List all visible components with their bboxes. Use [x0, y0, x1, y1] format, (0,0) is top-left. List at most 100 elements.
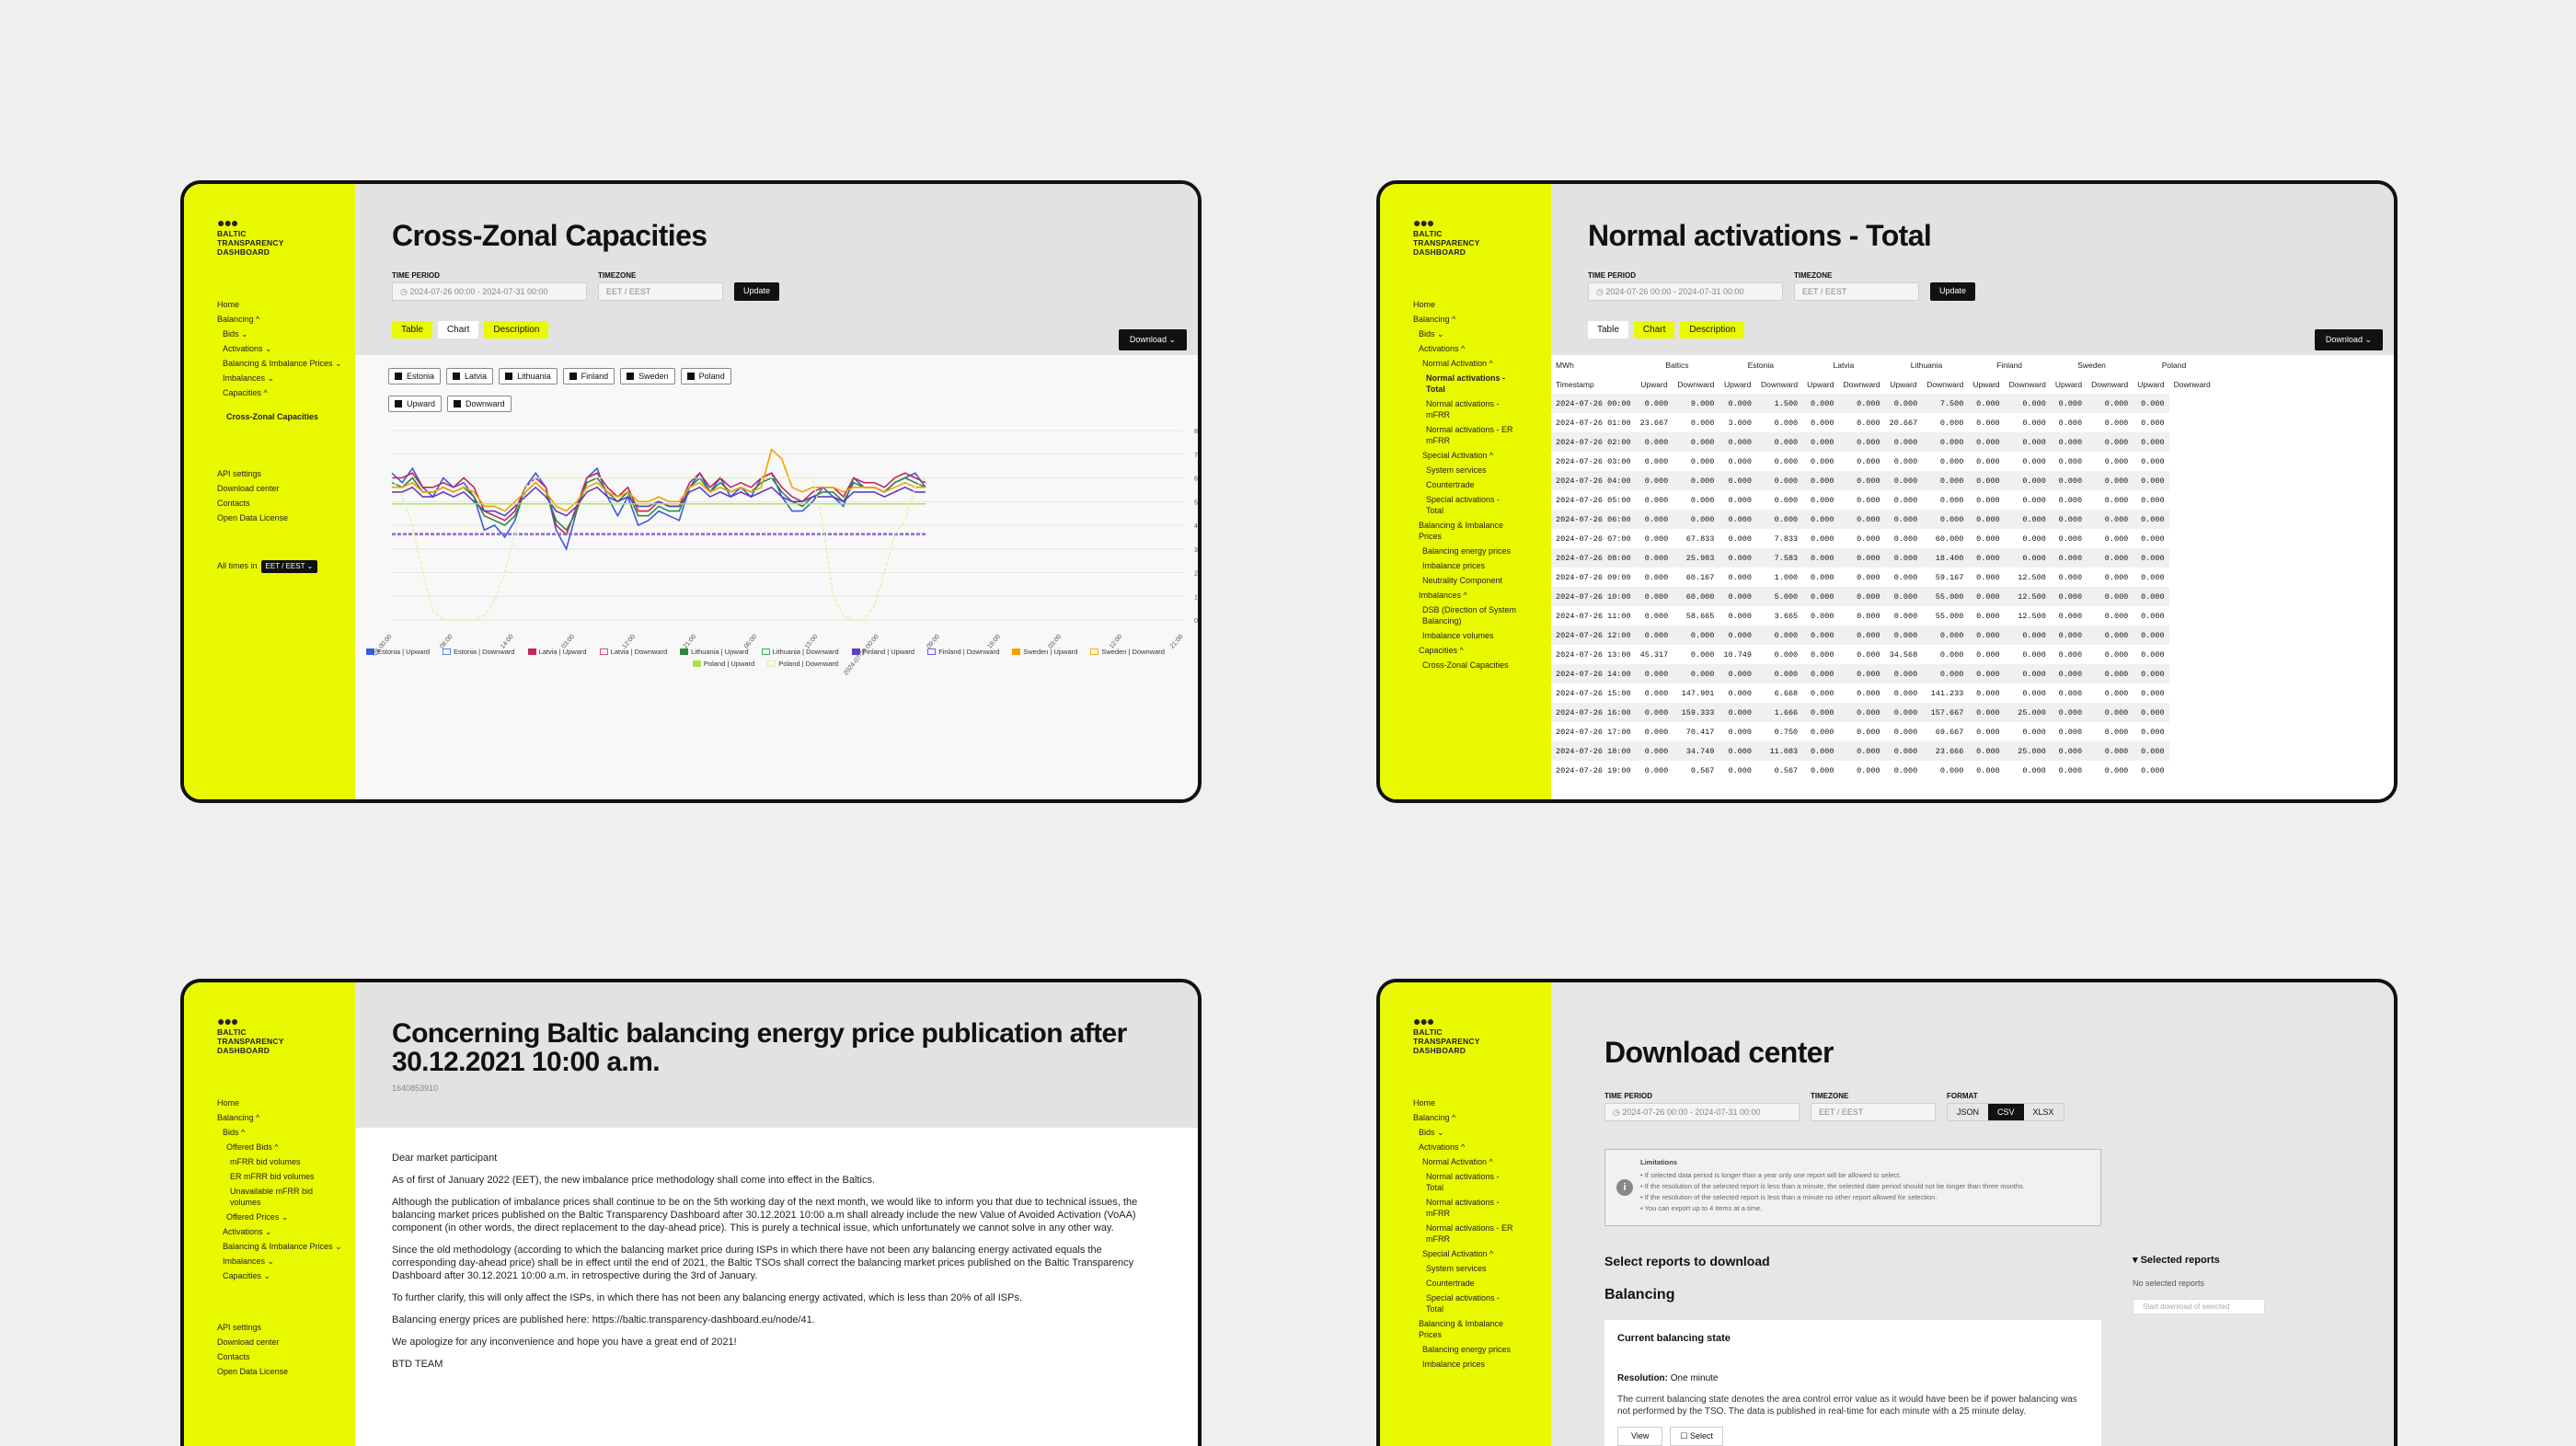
sidebar-item-balancing-imbalance[interactable]: Balancing & Imbalance Prices: [1413, 1318, 1522, 1340]
series-checkbox-estonia[interactable]: Estonia: [388, 368, 442, 384]
series-checkbox-upward[interactable]: Upward: [388, 396, 443, 412]
sidebar-item-home[interactable]: Home: [1413, 1097, 1551, 1108]
sidebar-item-na-mfrr[interactable]: Normal activations - mFRR: [1413, 1197, 1514, 1219]
legend-item[interactable]: Poland | Upward: [692, 660, 754, 668]
start-download-button[interactable]: Start download of selected: [2133, 1299, 2265, 1314]
update-button[interactable]: Update: [734, 282, 780, 301]
time-period-input[interactable]: ◷ 2024-07-26 00:00 - 2024-07-31 00:00: [392, 282, 587, 301]
legend-item[interactable]: Lithuania | Upward: [680, 648, 749, 656]
sidebar-item-imbalance-prices[interactable]: Imbalance prices: [1413, 1359, 1551, 1370]
legend-item[interactable]: Latvia | Downward: [599, 648, 667, 656]
series-checkbox-finland[interactable]: Finland: [562, 368, 615, 384]
brand-logo[interactable]: ●●● BALTIC TRANSPARENCY DASHBOARD: [1413, 216, 1551, 257]
sidebar-item-imbalances[interactable]: Imbalances ⌄: [217, 373, 355, 384]
sidebar-item-api-settings[interactable]: API settings: [217, 1322, 355, 1333]
legend-item[interactable]: Poland | Downward: [767, 660, 838, 668]
sidebar-item-license[interactable]: Open Data License: [217, 512, 355, 523]
sidebar-item-balancing[interactable]: Balancing ^: [217, 314, 355, 325]
sidebar-item-dsb[interactable]: DSB (Direction of System Balancing): [1413, 604, 1527, 626]
sidebar-item-download-center[interactable]: Download center: [217, 483, 355, 494]
sidebar-item-api-settings[interactable]: API settings: [217, 468, 355, 479]
sidebar-item-balancing[interactable]: Balancing ^: [1413, 314, 1551, 325]
sidebar-item-na-total[interactable]: Normal activations - Total: [1413, 373, 1514, 395]
sidebar-item-balancing[interactable]: Balancing ^: [217, 1112, 355, 1123]
legend-item[interactable]: Latvia | Upward: [527, 648, 587, 656]
timezone-badge[interactable]: EET / EEST ⌄: [260, 560, 318, 573]
timezone-select[interactable]: EET / EEST: [1794, 282, 1919, 301]
sidebar-item-balancing-imbalance[interactable]: Balancing & Imbalance Prices ⌄: [217, 1241, 346, 1252]
selected-reports-heading[interactable]: ▾ Selected reports: [2133, 1254, 2265, 1266]
timezone-select[interactable]: EET / EEST: [598, 282, 723, 301]
sidebar-item-imbalance-prices[interactable]: Imbalance prices: [1413, 560, 1551, 571]
sidebar-item-capacities[interactable]: Capacities ^: [217, 387, 355, 398]
series-checkbox-poland[interactable]: Poland: [680, 368, 731, 384]
sidebar-item-countertrade[interactable]: Countertrade: [1413, 1278, 1551, 1289]
sidebar-item-neutrality-component[interactable]: Neutrality Component: [1413, 575, 1551, 586]
sidebar-item-na-er[interactable]: Normal activations - ER mFRR: [1413, 1222, 1522, 1245]
tab-table[interactable]: Table: [1588, 321, 1628, 339]
time-period-input[interactable]: ◷ 2024-07-26 00:00 - 2024-07-31 00:00: [1604, 1103, 1800, 1121]
tab-chart[interactable]: Chart: [1633, 321, 1675, 339]
sidebar-item-balancing-energy-prices[interactable]: Balancing energy prices: [1413, 1344, 1551, 1355]
sidebar-item-normal-activation[interactable]: Normal Activation ^: [1413, 1156, 1551, 1167]
sidebar-item-imbalances[interactable]: Imbalances ^: [1413, 590, 1551, 601]
tab-table[interactable]: Table: [392, 321, 432, 339]
brand-logo[interactable]: ●●● BALTIC TRANSPARENCY DASHBOARD: [1413, 1015, 1551, 1055]
sidebar-item-activations[interactable]: Activations ^: [1413, 1142, 1551, 1153]
sidebar-item-home[interactable]: Home: [217, 1097, 355, 1108]
sidebar-item-balancing[interactable]: Balancing ^: [1413, 1112, 1551, 1123]
sidebar-item-offered-prices[interactable]: Offered Prices ⌄: [217, 1211, 355, 1222]
sidebar-item-normal-activation[interactable]: Normal Activation ^: [1413, 358, 1551, 369]
sidebar-item-countertrade[interactable]: Countertrade: [1413, 479, 1551, 490]
sidebar-item-license[interactable]: Open Data License: [217, 1366, 355, 1377]
sidebar-item-special-activation[interactable]: Special Activation ^: [1413, 450, 1551, 461]
series-checkbox-latvia[interactable]: Latvia: [446, 368, 494, 384]
sidebar-item-contacts[interactable]: Contacts: [217, 1351, 355, 1362]
sidebar-item-download-center[interactable]: Download center: [217, 1337, 355, 1348]
legend-item[interactable]: Estonia | Downward: [443, 648, 515, 656]
sidebar-item-na-mfrr[interactable]: Normal activations - mFRR: [1413, 398, 1514, 420]
sidebar-item-capacities[interactable]: Capacities ⌄: [217, 1270, 355, 1281]
legend-item[interactable]: Finland | Upward: [851, 648, 914, 656]
format-csv[interactable]: CSV: [1988, 1104, 2024, 1120]
sidebar-item-bids[interactable]: Bids ⌄: [1413, 328, 1551, 339]
legend-item[interactable]: Finland | Downward: [927, 648, 999, 656]
sidebar-item-capacities[interactable]: Capacities ^: [1413, 645, 1551, 656]
time-period-input[interactable]: ◷ 2024-07-26 00:00 - 2024-07-31 00:00: [1588, 282, 1783, 301]
sidebar-item-bids[interactable]: Bids ^: [217, 1127, 355, 1138]
sidebar-item-balancing-imbalance[interactable]: Balancing & Imbalance Prices: [1413, 520, 1522, 542]
update-button[interactable]: Update: [1930, 282, 1976, 301]
series-checkbox-lithuania[interactable]: Lithuania: [499, 368, 558, 384]
sidebar-item-activations[interactable]: Activations ⌄: [217, 1226, 355, 1237]
series-checkbox-sweden[interactable]: Sweden: [620, 368, 675, 384]
download-button[interactable]: Download ⌄: [1118, 329, 1187, 350]
sidebar-item-home[interactable]: Home: [217, 299, 355, 310]
select-button[interactable]: ☐ Select: [1670, 1427, 1723, 1446]
tab-chart[interactable]: Chart: [437, 321, 479, 339]
sidebar-item-cross-zonal-capacities[interactable]: Cross-Zonal Capacities: [1413, 660, 1551, 671]
sidebar-item-system-services[interactable]: System services: [1413, 465, 1551, 476]
timezone-select[interactable]: EET / EEST: [1811, 1103, 1936, 1121]
brand-logo[interactable]: ●●● BALTIC TRANSPARENCY DASHBOARD: [217, 216, 355, 257]
sidebar-item-na-total[interactable]: Normal activations - Total: [1413, 1171, 1514, 1193]
legend-item[interactable]: Sweden | Upward: [1012, 648, 1077, 656]
sidebar-item-activations[interactable]: Activations ⌄: [217, 343, 355, 354]
legend-item[interactable]: Sweden | Downward: [1090, 648, 1165, 656]
series-checkbox-downward[interactable]: Downward: [447, 396, 512, 412]
sidebar-item-offered-bids[interactable]: Offered Bids ^: [217, 1142, 355, 1153]
sidebar-item-special-activation[interactable]: Special Activation ^: [1413, 1248, 1551, 1259]
tab-description[interactable]: Description: [484, 321, 549, 339]
download-button[interactable]: Download ⌄: [2314, 329, 2383, 350]
brand-logo[interactable]: ●●● BALTIC TRANSPARENCY DASHBOARD: [217, 1015, 355, 1055]
sidebar-item-cross-zonal-capacities[interactable]: Cross-Zonal Capacities: [217, 411, 355, 422]
sidebar-item-mfrr-bid[interactable]: mFRR bid volumes: [217, 1156, 355, 1167]
sidebar-item-bids[interactable]: Bids ⌄: [217, 328, 355, 339]
sidebar-item-imbalance-volumes[interactable]: Imbalance volumes: [1413, 630, 1551, 641]
sidebar-item-bids[interactable]: Bids ⌄: [1413, 1127, 1551, 1138]
view-button[interactable]: View: [1617, 1427, 1663, 1446]
legend-item[interactable]: Lithuania | Downward: [761, 648, 839, 656]
sidebar-item-home[interactable]: Home: [1413, 299, 1551, 310]
sidebar-item-balancing-energy-prices[interactable]: Balancing energy prices: [1413, 545, 1551, 557]
sidebar-item-contacts[interactable]: Contacts: [217, 498, 355, 509]
sidebar-item-system-services[interactable]: System services: [1413, 1263, 1551, 1274]
